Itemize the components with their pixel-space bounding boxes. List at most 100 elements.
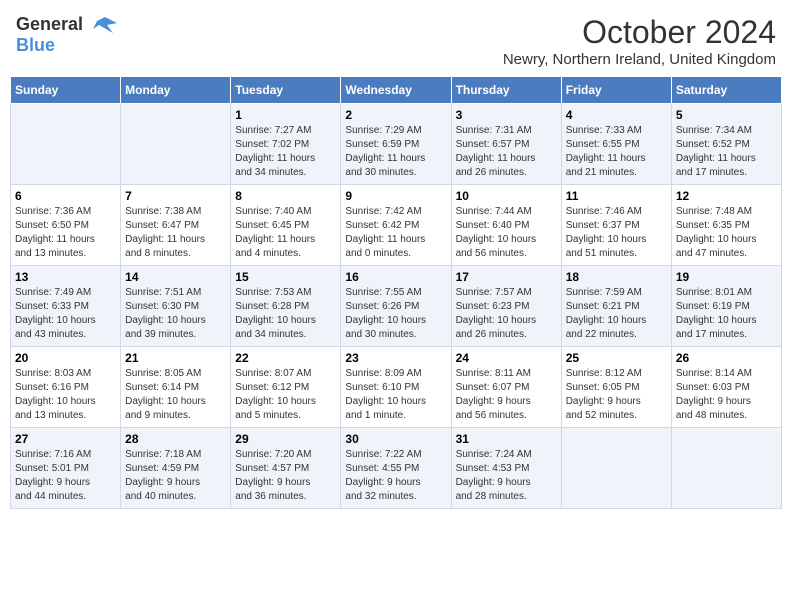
header-day-monday: Monday (121, 77, 231, 104)
day-info: Sunrise: 7:29 AM Sunset: 6:59 PM Dayligh… (345, 124, 446, 180)
day-info: Sunrise: 7:16 AM Sunset: 5:01 PM Dayligh… (15, 448, 116, 504)
calendar-cell: 8 Sunrise: 7:40 AM Sunset: 6:45 PM Daylig… (231, 185, 341, 266)
day-info: Sunrise: 7:34 AM Sunset: 6:52 PM Dayligh… (676, 124, 777, 180)
day-number: 23 (345, 351, 446, 365)
day-info: Sunrise: 7:31 AM Sunset: 6:57 PM Dayligh… (456, 124, 557, 180)
calendar-cell: 3 Sunrise: 7:31 AM Sunset: 6:57 PM Daylig… (451, 104, 561, 185)
calendar-cell: 24Sunrise: 8:11 AM Sunset: 6:07 PM Dayli… (451, 347, 561, 428)
calendar-cell: 25Sunrise: 8:12 AM Sunset: 6:05 PM Dayli… (561, 347, 671, 428)
day-number: 10 (456, 189, 557, 203)
day-number: 31 (456, 432, 557, 446)
day-number: 29 (235, 432, 336, 446)
header-day-friday: Friday (561, 77, 671, 104)
calendar-table: SundayMondayTuesdayWednesdayThursdayFrid… (10, 76, 782, 509)
calendar-cell: 31 Sunrise: 7:24 AM Sunset: 4:53 PM Dayli… (451, 428, 561, 509)
calendar-cell: 22Sunrise: 8:07 AM Sunset: 6:12 PM Dayli… (231, 347, 341, 428)
day-info: Sunrise: 8:01 AM Sunset: 6:19 PM Dayligh… (676, 286, 777, 342)
calendar-cell: 4 Sunrise: 7:33 AM Sunset: 6:55 PM Daylig… (561, 104, 671, 185)
calendar-cell: 17 Sunrise: 7:57 AM Sunset: 6:23 PM Dayli… (451, 266, 561, 347)
day-number: 21 (125, 351, 226, 365)
day-number: 7 (125, 189, 226, 203)
calendar-cell: 7 Sunrise: 7:38 AM Sunset: 6:47 PM Daylig… (121, 185, 231, 266)
calendar-cell (11, 104, 121, 185)
calendar-header-row: SundayMondayTuesdayWednesdayThursdayFrid… (11, 77, 782, 104)
logo-text-general: General (16, 14, 83, 35)
day-info: Sunrise: 8:12 AM Sunset: 6:05 PM Dayligh… (566, 367, 667, 423)
calendar-week-row: 13Sunrise: 7:49 AM Sunset: 6:33 PM Dayli… (11, 266, 782, 347)
day-info: Sunrise: 7:38 AM Sunset: 6:47 PM Dayligh… (125, 205, 226, 261)
day-number: 19 (676, 270, 777, 284)
day-info: Sunrise: 7:53 AM Sunset: 6:28 PM Dayligh… (235, 286, 336, 342)
day-number: 3 (456, 108, 557, 122)
calendar-cell (121, 104, 231, 185)
logo-bird-icon (85, 15, 117, 35)
calendar-cell: 5 Sunrise: 7:34 AM Sunset: 6:52 PM Daylig… (671, 104, 781, 185)
calendar-cell: 18Sunrise: 7:59 AM Sunset: 6:21 PM Dayli… (561, 266, 671, 347)
header-day-wednesday: Wednesday (341, 77, 451, 104)
calendar-cell: 19 Sunrise: 8:01 AM Sunset: 6:19 PM Dayli… (671, 266, 781, 347)
calendar-week-row: 1 Sunrise: 7:27 AM Sunset: 7:02 PM Daylig… (11, 104, 782, 185)
calendar-cell: 26Sunrise: 8:14 AM Sunset: 6:03 PM Dayli… (671, 347, 781, 428)
day-info: Sunrise: 7:48 AM Sunset: 6:35 PM Dayligh… (676, 205, 777, 261)
page-header: General Blue October 2024 Newry, Norther… (10, 10, 782, 72)
calendar-cell (671, 428, 781, 509)
calendar-cell: 1 Sunrise: 7:27 AM Sunset: 7:02 PM Daylig… (231, 104, 341, 185)
header-day-thursday: Thursday (451, 77, 561, 104)
day-info: Sunrise: 7:33 AM Sunset: 6:55 PM Dayligh… (566, 124, 667, 180)
calendar-cell: 13Sunrise: 7:49 AM Sunset: 6:33 PM Dayli… (11, 266, 121, 347)
calendar-cell (561, 428, 671, 509)
calendar-cell: 14 Sunrise: 7:51 AM Sunset: 6:30 PM Dayli… (121, 266, 231, 347)
calendar-cell: 29 Sunrise: 7:20 AM Sunset: 4:57 PM Dayli… (231, 428, 341, 509)
day-number: 12 (676, 189, 777, 203)
day-number: 4 (566, 108, 667, 122)
calendar-week-row: 6 Sunrise: 7:36 AM Sunset: 6:50 PM Daylig… (11, 185, 782, 266)
day-info: Sunrise: 7:20 AM Sunset: 4:57 PM Dayligh… (235, 448, 336, 504)
day-number: 20 (15, 351, 116, 365)
day-number: 22 (235, 351, 336, 365)
day-number: 6 (15, 189, 116, 203)
day-info: Sunrise: 8:14 AM Sunset: 6:03 PM Dayligh… (676, 367, 777, 423)
day-info: Sunrise: 8:09 AM Sunset: 6:10 PM Dayligh… (345, 367, 446, 423)
month-title: October 2024 (503, 14, 776, 51)
day-number: 17 (456, 270, 557, 284)
calendar-cell: 16Sunrise: 7:55 AM Sunset: 6:26 PM Dayli… (341, 266, 451, 347)
calendar-week-row: 27 Sunrise: 7:16 AM Sunset: 5:01 PM Dayli… (11, 428, 782, 509)
day-number: 14 (125, 270, 226, 284)
day-number: 9 (345, 189, 446, 203)
title-section: October 2024 Newry, Northern Ireland, Un… (503, 14, 776, 68)
calendar-cell: 27 Sunrise: 7:16 AM Sunset: 5:01 PM Dayli… (11, 428, 121, 509)
day-number: 5 (676, 108, 777, 122)
day-info: Sunrise: 7:24 AM Sunset: 4:53 PM Dayligh… (456, 448, 557, 504)
calendar-week-row: 20Sunrise: 8:03 AM Sunset: 6:16 PM Dayli… (11, 347, 782, 428)
header-day-sunday: Sunday (11, 77, 121, 104)
header-day-tuesday: Tuesday (231, 77, 341, 104)
day-info: Sunrise: 7:40 AM Sunset: 6:45 PM Dayligh… (235, 205, 336, 261)
calendar-cell: 9Sunrise: 7:42 AM Sunset: 6:42 PM Daylig… (341, 185, 451, 266)
day-number: 30 (345, 432, 446, 446)
calendar-cell: 11Sunrise: 7:46 AM Sunset: 6:37 PM Dayli… (561, 185, 671, 266)
calendar-cell: 28Sunrise: 7:18 AM Sunset: 4:59 PM Dayli… (121, 428, 231, 509)
calendar-cell: 21 Sunrise: 8:05 AM Sunset: 6:14 PM Dayli… (121, 347, 231, 428)
day-info: Sunrise: 7:27 AM Sunset: 7:02 PM Dayligh… (235, 124, 336, 180)
day-number: 18 (566, 270, 667, 284)
day-number: 24 (456, 351, 557, 365)
day-info: Sunrise: 7:51 AM Sunset: 6:30 PM Dayligh… (125, 286, 226, 342)
day-info: Sunrise: 7:55 AM Sunset: 6:26 PM Dayligh… (345, 286, 446, 342)
day-info: Sunrise: 7:44 AM Sunset: 6:40 PM Dayligh… (456, 205, 557, 261)
calendar-cell: 2Sunrise: 7:29 AM Sunset: 6:59 PM Daylig… (341, 104, 451, 185)
day-number: 11 (566, 189, 667, 203)
location-text: Newry, Northern Ireland, United Kingdom (503, 51, 776, 68)
calendar-cell: 20Sunrise: 8:03 AM Sunset: 6:16 PM Dayli… (11, 347, 121, 428)
day-number: 1 (235, 108, 336, 122)
header-day-saturday: Saturday (671, 77, 781, 104)
day-number: 27 (15, 432, 116, 446)
day-number: 8 (235, 189, 336, 203)
calendar-cell: 15 Sunrise: 7:53 AM Sunset: 6:28 PM Dayli… (231, 266, 341, 347)
day-info: Sunrise: 8:05 AM Sunset: 6:14 PM Dayligh… (125, 367, 226, 423)
calendar-cell: 6 Sunrise: 7:36 AM Sunset: 6:50 PM Daylig… (11, 185, 121, 266)
day-info: Sunrise: 7:57 AM Sunset: 6:23 PM Dayligh… (456, 286, 557, 342)
day-number: 15 (235, 270, 336, 284)
day-info: Sunrise: 7:36 AM Sunset: 6:50 PM Dayligh… (15, 205, 116, 261)
day-number: 28 (125, 432, 226, 446)
calendar-cell: 12 Sunrise: 7:48 AM Sunset: 6:35 PM Dayli… (671, 185, 781, 266)
